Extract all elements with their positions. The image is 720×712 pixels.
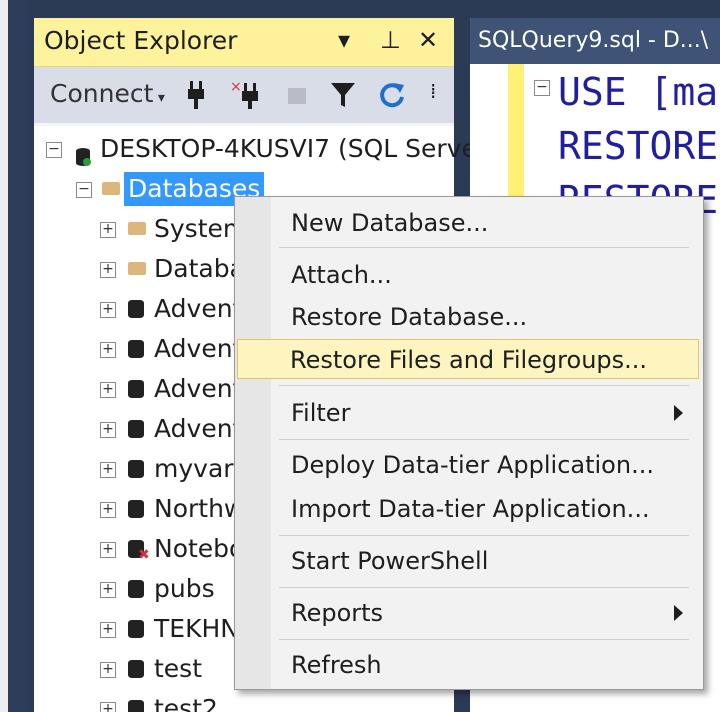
database-icon	[128, 620, 144, 638]
error-badge-icon: ✖	[138, 547, 150, 563]
folder-icon	[102, 182, 120, 195]
toolbar-overflow-icon[interactable]: ⁞	[430, 79, 436, 103]
database-icon	[128, 420, 144, 438]
expand-icon[interactable]: +	[100, 622, 116, 638]
database-icon	[128, 460, 144, 478]
menu-item-label: Refresh	[291, 651, 382, 679]
menu-item-deploy-data-tier[interactable]: Deploy Data-tier Application...	[237, 445, 699, 485]
pin-icon[interactable]: ⊥	[380, 26, 401, 54]
menu-item-attach[interactable]: Attach...	[237, 255, 699, 295]
dropdown-icon[interactable]: ▾	[338, 26, 350, 54]
menu-item-restore-database[interactable]: Restore Database...	[237, 297, 699, 337]
menu-item-filter[interactable]: Filter	[237, 393, 699, 433]
database-icon	[128, 380, 144, 398]
svg-text:×: ×	[230, 79, 242, 95]
expand-icon[interactable]: +	[100, 502, 116, 518]
expand-icon[interactable]: +	[100, 262, 116, 278]
menu-item-import-data-tier[interactable]: Import Data-tier Application...	[237, 489, 699, 529]
menu-item-label: Filter	[291, 399, 351, 427]
tree-node[interactable]: + test2	[34, 690, 454, 712]
database-icon	[128, 660, 144, 678]
menu-item-label: Restore Database...	[291, 303, 528, 331]
menu-item-label: Restore Files and Filegroups...	[290, 346, 648, 374]
tree-node-label: Advent	[154, 334, 243, 363]
folder-icon	[128, 222, 146, 235]
expand-icon[interactable]: +	[100, 342, 116, 358]
expand-icon[interactable]: +	[100, 382, 116, 398]
code-line[interactable]: RESTORE	[558, 124, 718, 168]
tree-node-label: test2	[154, 694, 218, 712]
menu-item-new-database[interactable]: New Database...	[237, 203, 699, 243]
menu-item-label: Attach...	[291, 261, 392, 289]
menu-separator	[279, 439, 689, 440]
object-explorer-title-bar: Object Explorer ▾ ⊥ ✕	[34, 18, 454, 67]
disconnect-icon[interactable]: ×	[230, 79, 262, 118]
expand-icon[interactable]: +	[100, 222, 116, 238]
menu-separator	[279, 639, 689, 640]
code-line[interactable]: USE [ma	[558, 70, 718, 114]
tree-node-label: myvar	[154, 454, 234, 483]
expand-icon[interactable]: +	[100, 542, 116, 558]
tree-node-label: pubs	[154, 574, 215, 603]
tree-node-server[interactable]: − DESKTOP-4KUSVI7 (SQL Server	[34, 130, 487, 168]
tree-node-label: Advent	[154, 294, 243, 323]
tab-query[interactable]: SQLQuery9.sql - D...\	[470, 18, 720, 64]
object-explorer-title: Object Explorer	[44, 26, 238, 55]
menu-item-label: Start PowerShell	[291, 547, 489, 575]
context-menu: New Database... Attach... Restore Databa…	[234, 196, 704, 690]
tree-node-label: Databa	[154, 254, 245, 283]
menu-item-label: New Database...	[291, 209, 489, 237]
submenu-arrow-icon	[674, 405, 683, 421]
tree-node-label: TEKHN	[154, 614, 239, 643]
menu-item-refresh[interactable]: Refresh	[237, 645, 699, 685]
code-collapse-icon[interactable]: −	[534, 80, 550, 96]
object-explorer-toolbar: Connect ▾ × ⁞	[34, 67, 454, 123]
database-icon	[128, 500, 144, 518]
submenu-arrow-icon	[674, 605, 683, 621]
database-icon	[128, 300, 144, 318]
database-icon	[128, 580, 144, 598]
expand-icon[interactable]: +	[100, 422, 116, 438]
collapse-icon[interactable]: −	[46, 142, 62, 158]
expand-icon[interactable]: +	[100, 702, 116, 712]
tree-node-label: Advent	[154, 374, 243, 403]
expand-icon[interactable]: +	[100, 662, 116, 678]
menu-item-restore-files-filegroups[interactable]: Restore Files and Filegroups...	[237, 339, 699, 379]
tree-node-label: Northw	[154, 494, 245, 523]
menu-item-reports[interactable]: Reports	[237, 593, 699, 633]
expand-icon[interactable]: +	[100, 582, 116, 598]
menu-item-label: Deploy Data-tier Application...	[291, 451, 654, 479]
collapse-icon[interactable]: −	[76, 182, 92, 198]
menu-item-label: Import Data-tier Application...	[291, 495, 650, 523]
expand-icon[interactable]: +	[100, 462, 116, 478]
tree-node-label: Notebo	[154, 534, 245, 563]
menu-item-start-powershell[interactable]: Start PowerShell	[237, 541, 699, 581]
tree-node-label: test	[154, 654, 203, 683]
expand-icon[interactable]: +	[100, 302, 116, 318]
refresh-icon[interactable]	[378, 79, 406, 118]
close-icon[interactable]: ✕	[418, 26, 438, 54]
menu-separator	[279, 535, 689, 536]
server-label: DESKTOP-4KUSVI7 (SQL Server	[100, 134, 488, 163]
stop-icon[interactable]	[286, 79, 308, 118]
filter-icon[interactable]	[330, 79, 356, 118]
connect-button[interactable]: Connect ▾	[50, 79, 165, 108]
menu-separator	[279, 587, 689, 588]
connect-plug-icon[interactable]	[186, 79, 208, 118]
menu-item-label: Reports	[291, 599, 384, 627]
menu-separator	[279, 247, 689, 248]
tree-node-label: Advent	[154, 414, 243, 443]
database-icon	[128, 340, 144, 358]
database-icon	[128, 700, 144, 712]
left-window-edge	[0, 0, 8, 712]
folder-icon	[128, 262, 146, 275]
connect-label: Connect	[50, 79, 154, 108]
menu-separator	[279, 385, 689, 386]
